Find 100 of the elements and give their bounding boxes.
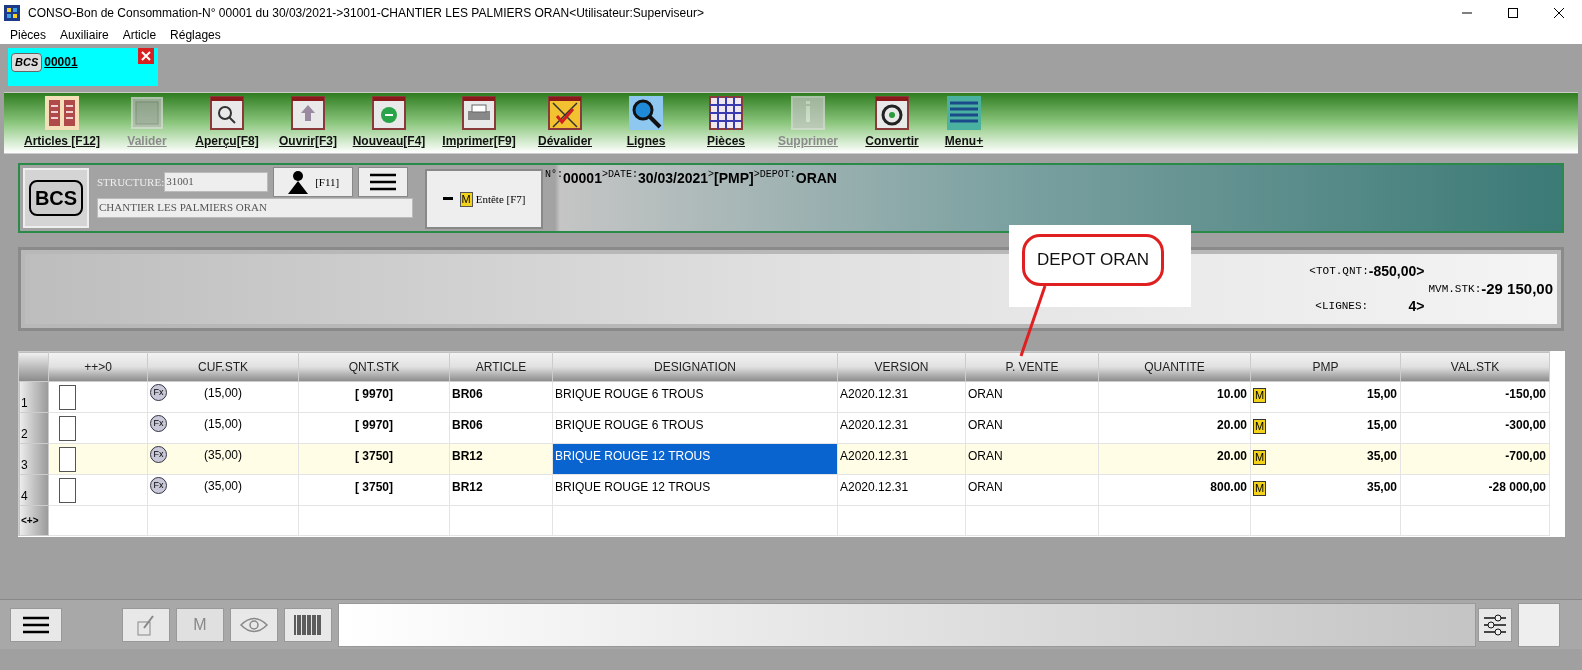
table-cell: [ 9970] xyxy=(298,412,450,444)
column-header[interactable]: P. VENTE xyxy=(965,351,1099,382)
cabinet-icon xyxy=(45,96,79,130)
view-button[interactable] xyxy=(230,607,278,642)
barcode-button[interactable] xyxy=(284,607,332,642)
column-header[interactable]: ++>0 xyxy=(48,351,148,382)
toolbar-button[interactable]: Articles [F12] xyxy=(12,96,112,150)
person-icon xyxy=(287,170,310,194)
total-quantity-value: -850,00> xyxy=(1368,262,1425,281)
input-field[interactable] xyxy=(338,602,1476,647)
fx-badge: Fx xyxy=(150,415,167,432)
callout-label: DEPOT ORAN xyxy=(1022,234,1164,286)
table-cell: BRIQUE ROUGE 12 TROUS xyxy=(552,474,838,506)
table-cell: BRIQUE ROUGE 6 TROUS xyxy=(552,412,838,444)
column-header[interactable]: VAL.STK xyxy=(1400,351,1550,382)
leader-line xyxy=(1018,285,1048,357)
minus-icon xyxy=(442,197,453,201)
toolbar-button[interactable]: Menu+ xyxy=(934,96,994,150)
toolbar-button[interactable]: Ouvrir[F3] xyxy=(272,96,344,150)
menu-button[interactable] xyxy=(10,607,62,642)
fx-badge: Fx xyxy=(150,477,167,494)
table-cell: A2020.12.31 xyxy=(837,412,966,444)
menu-icon xyxy=(23,615,49,634)
checkbox[interactable] xyxy=(59,446,76,472)
new-row-marker[interactable]: <+> xyxy=(18,505,49,536)
table-cell: [ 3750] xyxy=(298,443,450,475)
column-header[interactable]: QNT.STK xyxy=(298,351,450,382)
table-cell-text: (35,00) xyxy=(204,478,243,495)
column-header[interactable]: PMP xyxy=(1250,351,1401,382)
table-cell: A2020.12.31 xyxy=(837,474,966,506)
table-cell: [ 3750] xyxy=(298,474,450,506)
document-tab[interactable]: BCS 00001 xyxy=(8,48,158,86)
table-cell: 20.00 xyxy=(1098,443,1251,475)
table-cell: ORAN xyxy=(965,412,1099,444)
toolbar-button[interactable]: Lignes xyxy=(606,96,686,150)
tab-label: 00001 xyxy=(44,54,78,71)
bcs-badge: BCS xyxy=(28,180,84,216)
window-title: CONSO-Bon de Consommation-N° 00001 du 30/03/2021->31001-CHANTIER LES PALMIERS ORAN<Utilisateur:Superviseur> xyxy=(28,5,705,22)
m-badge: M xyxy=(1253,388,1267,403)
table-row[interactable]: 3 Fx (35,00) [ 3750] BR12 BRIQUE ROUGE 12 TROUS A2020.12.31 ORAN 20.00 M 35,00 -700,00 xyxy=(18,443,1550,475)
menu-icon xyxy=(370,173,397,191)
settings-button[interactable] xyxy=(1478,607,1512,642)
structure-code-field[interactable]: 31001 xyxy=(164,172,269,192)
menu-item[interactable]: Auxiliaire xyxy=(60,26,109,44)
table-cell: A2020.12.31 xyxy=(837,443,966,475)
toolbar-button[interactable]: Imprimer[F9] xyxy=(434,96,524,150)
row-number: 3 xyxy=(18,443,49,475)
menu-item[interactable]: Article xyxy=(122,26,157,44)
info-value: [PMP] xyxy=(714,169,754,187)
info-label: > xyxy=(708,168,715,180)
toolbar-button[interactable]: Nouveau[F4] xyxy=(344,96,434,150)
menu-item[interactable]: Réglages xyxy=(170,26,221,44)
column-header[interactable]: CUF.STK xyxy=(147,351,299,382)
lines-count: 4> xyxy=(1408,297,1425,316)
grid-icon xyxy=(709,96,743,130)
column-header[interactable]: QUANTITE xyxy=(1098,351,1251,382)
column-header[interactable]: DESIGNATION xyxy=(552,351,838,382)
checkbox[interactable] xyxy=(59,415,76,441)
table-cell-text: (35,00) xyxy=(204,447,243,464)
toolbar-button[interactable]: Aperçu[F8] xyxy=(182,96,272,150)
table-cell: -28 000,00 xyxy=(1400,474,1550,506)
entete-button[interactable]: M Entête [F7] xyxy=(425,169,543,229)
maximize-icon[interactable] xyxy=(1507,7,1519,19)
menu-item[interactable]: Pièces xyxy=(10,26,47,44)
table-cell: ORAN xyxy=(965,381,1099,413)
fx-badge: Fx xyxy=(150,446,167,463)
checkbox[interactable] xyxy=(59,384,76,410)
table-cell: 800.00 xyxy=(1098,474,1251,506)
toolbar-button[interactable]: Dévalider xyxy=(524,96,606,150)
menu-icon xyxy=(947,96,981,130)
pencil-icon xyxy=(136,613,156,636)
row-number: 4 xyxy=(18,474,49,506)
info-label: >DEPOT: xyxy=(753,168,796,180)
table-cell: -300,00 xyxy=(1400,412,1550,444)
close-icon[interactable] xyxy=(1553,7,1565,19)
toolbar-button[interactable]: Convertir xyxy=(850,96,934,150)
menu-button[interactable] xyxy=(358,167,409,197)
column-header[interactable]: VERSION xyxy=(837,351,966,382)
table-row[interactable]: 2 Fx (15,00) [ 9970] BR06 BRIQUE ROUGE 6 TROUS A2020.12.31 ORAN 20.00 M 15,00 -300,00 xyxy=(18,412,1550,444)
row-number: 1 xyxy=(18,381,49,413)
table-cell: -700,00 xyxy=(1400,443,1550,475)
info-value: 30/03/2021 xyxy=(637,169,709,187)
settings-icon xyxy=(1482,611,1508,638)
m-badge: M xyxy=(1253,481,1267,496)
search-icon xyxy=(629,96,663,130)
table-cell: -150,00 xyxy=(1400,381,1550,413)
toolbar-button[interactable]: Pièces xyxy=(686,96,766,150)
table-cell: ORAN xyxy=(965,443,1099,475)
total-quantity-label: <TOT.QNT: xyxy=(1309,264,1369,278)
column-header[interactable]: ARTICLE xyxy=(449,351,553,382)
user-button[interactable]: [F11] xyxy=(273,167,354,197)
checkbox[interactable] xyxy=(59,477,76,503)
checkmark-icon xyxy=(548,96,582,130)
table-cell: A2020.12.31 xyxy=(837,381,966,413)
info-label: >DATE: xyxy=(601,168,638,180)
table-row[interactable]: 1 Fx (15,00) [ 9970] BR06 BRIQUE ROUGE 6 TROUS A2020.12.31 ORAN 10.00 M 15,00 -150,00 xyxy=(18,381,1550,413)
info-icon xyxy=(791,96,825,130)
table-row[interactable]: 4 Fx (35,00) [ 3750] BR12 BRIQUE ROUGE 12 TROUS A2020.12.31 ORAN 800.00 M 35,00 -28 000,00 xyxy=(18,474,1550,506)
structure-name-field[interactable]: CHANTIER LES PALMIERS ORAN xyxy=(97,198,413,218)
m-badge: M xyxy=(459,191,473,207)
